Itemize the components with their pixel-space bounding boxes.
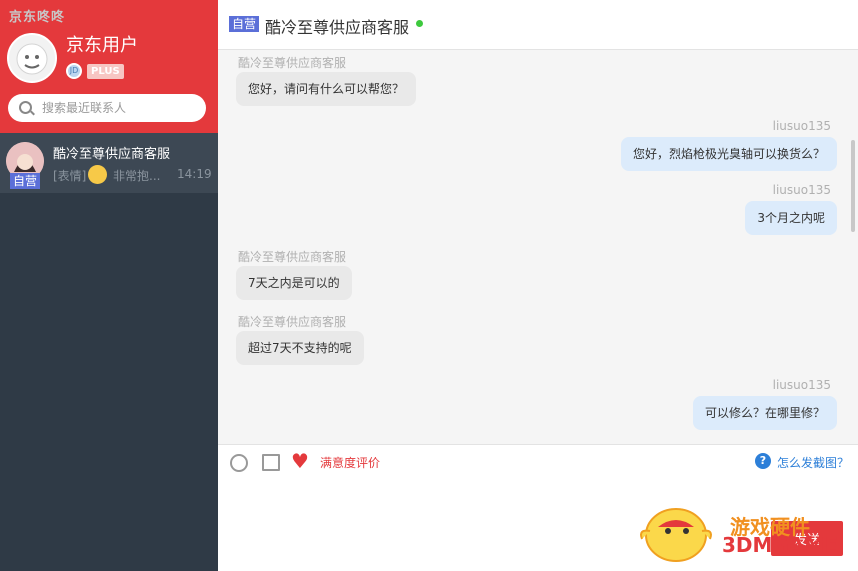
- chat-title: 酷冷至尊供应商客服: [265, 18, 410, 37]
- message-sender: 酷冷至尊供应商客服: [238, 315, 347, 329]
- satisfaction-rating-link[interactable]: 满意度评价: [320, 454, 380, 471]
- contact-time: 14:19: [177, 167, 212, 181]
- message-bubble-incoming: 超过7天不支持的呢: [236, 331, 364, 365]
- heart-icon[interactable]: ♥: [291, 451, 309, 471]
- self-operated-tag: 自营: [10, 173, 41, 189]
- screenshot-help-link[interactable]: 怎么发截图？: [777, 454, 849, 471]
- user-avatar[interactable]: [7, 33, 57, 83]
- message-bubble-outgoing: 您好，烈焰枪极光臭轴可以换货么？: [620, 137, 837, 171]
- user-name: 京东用户: [66, 35, 138, 56]
- message-sender: liusuo135: [772, 183, 831, 197]
- sidebar: 京东咚咚 京东用户 JD PLUS 自营 酷冷至尊供应商客服: [0, 0, 218, 571]
- search-box[interactable]: [8, 94, 206, 122]
- message-sender: 酷冷至尊供应商客服: [238, 56, 347, 70]
- app-title: 京东咚咚: [9, 10, 66, 25]
- emoji-icon[interactable]: [230, 454, 248, 472]
- scrollbar[interactable]: [851, 140, 855, 232]
- message-bubble-outgoing: 可以修么？在哪里修？: [692, 396, 837, 430]
- message-input-area[interactable]: 发送 游戏硬件 3DMGAME: [218, 481, 858, 571]
- message-sender: liusuo135: [772, 119, 831, 133]
- message-bubble-outgoing: 3个月之内呢: [745, 201, 837, 235]
- message-sender: 酷冷至尊供应商客服: [238, 250, 347, 264]
- contact-preview-prefix: [表情]: [53, 169, 87, 183]
- level-icon: JD: [66, 63, 82, 79]
- plus-badge: PLUS: [87, 64, 124, 79]
- help-icon[interactable]: ?: [755, 453, 771, 469]
- chat-panel: 自营 酷冷至尊供应商客服 酷冷至尊供应商客服 您好，请问有什么可以帮您？ liu…: [218, 0, 858, 571]
- search-input[interactable]: [42, 99, 192, 117]
- chat-header: 自营 酷冷至尊供应商客服: [218, 0, 858, 50]
- image-icon[interactable]: [262, 454, 280, 471]
- message-bubble-incoming: 您好，请问有什么可以帮您？: [236, 72, 417, 106]
- contact-name: 酷冷至尊供应商客服: [53, 147, 171, 162]
- message-sender: liusuo135: [772, 378, 831, 392]
- contact-item[interactable]: 自营 酷冷至尊供应商客服 [表情] 非常抱... 14:19: [0, 133, 218, 193]
- mascot-logo: [640, 508, 712, 562]
- profile-header: 京东咚咚 京东用户 JD PLUS: [0, 0, 218, 133]
- search-icon: [19, 101, 32, 114]
- input-toolbar: ♥ 满意度评价 ? 怎么发截图？: [218, 444, 858, 481]
- message-list[interactable]: 酷冷至尊供应商客服 您好，请问有什么可以帮您？ liusuo135 您好，烈焰枪…: [218, 50, 858, 444]
- online-status-dot: [416, 20, 423, 27]
- watermark-line2: 3DMGAME: [722, 533, 838, 557]
- contact-preview-text: 非常抱...: [113, 169, 161, 183]
- emoji-icon: [88, 165, 107, 184]
- self-operated-tag: 自营: [229, 16, 260, 32]
- message-bubble-incoming: 7天之内是可以的: [236, 266, 352, 300]
